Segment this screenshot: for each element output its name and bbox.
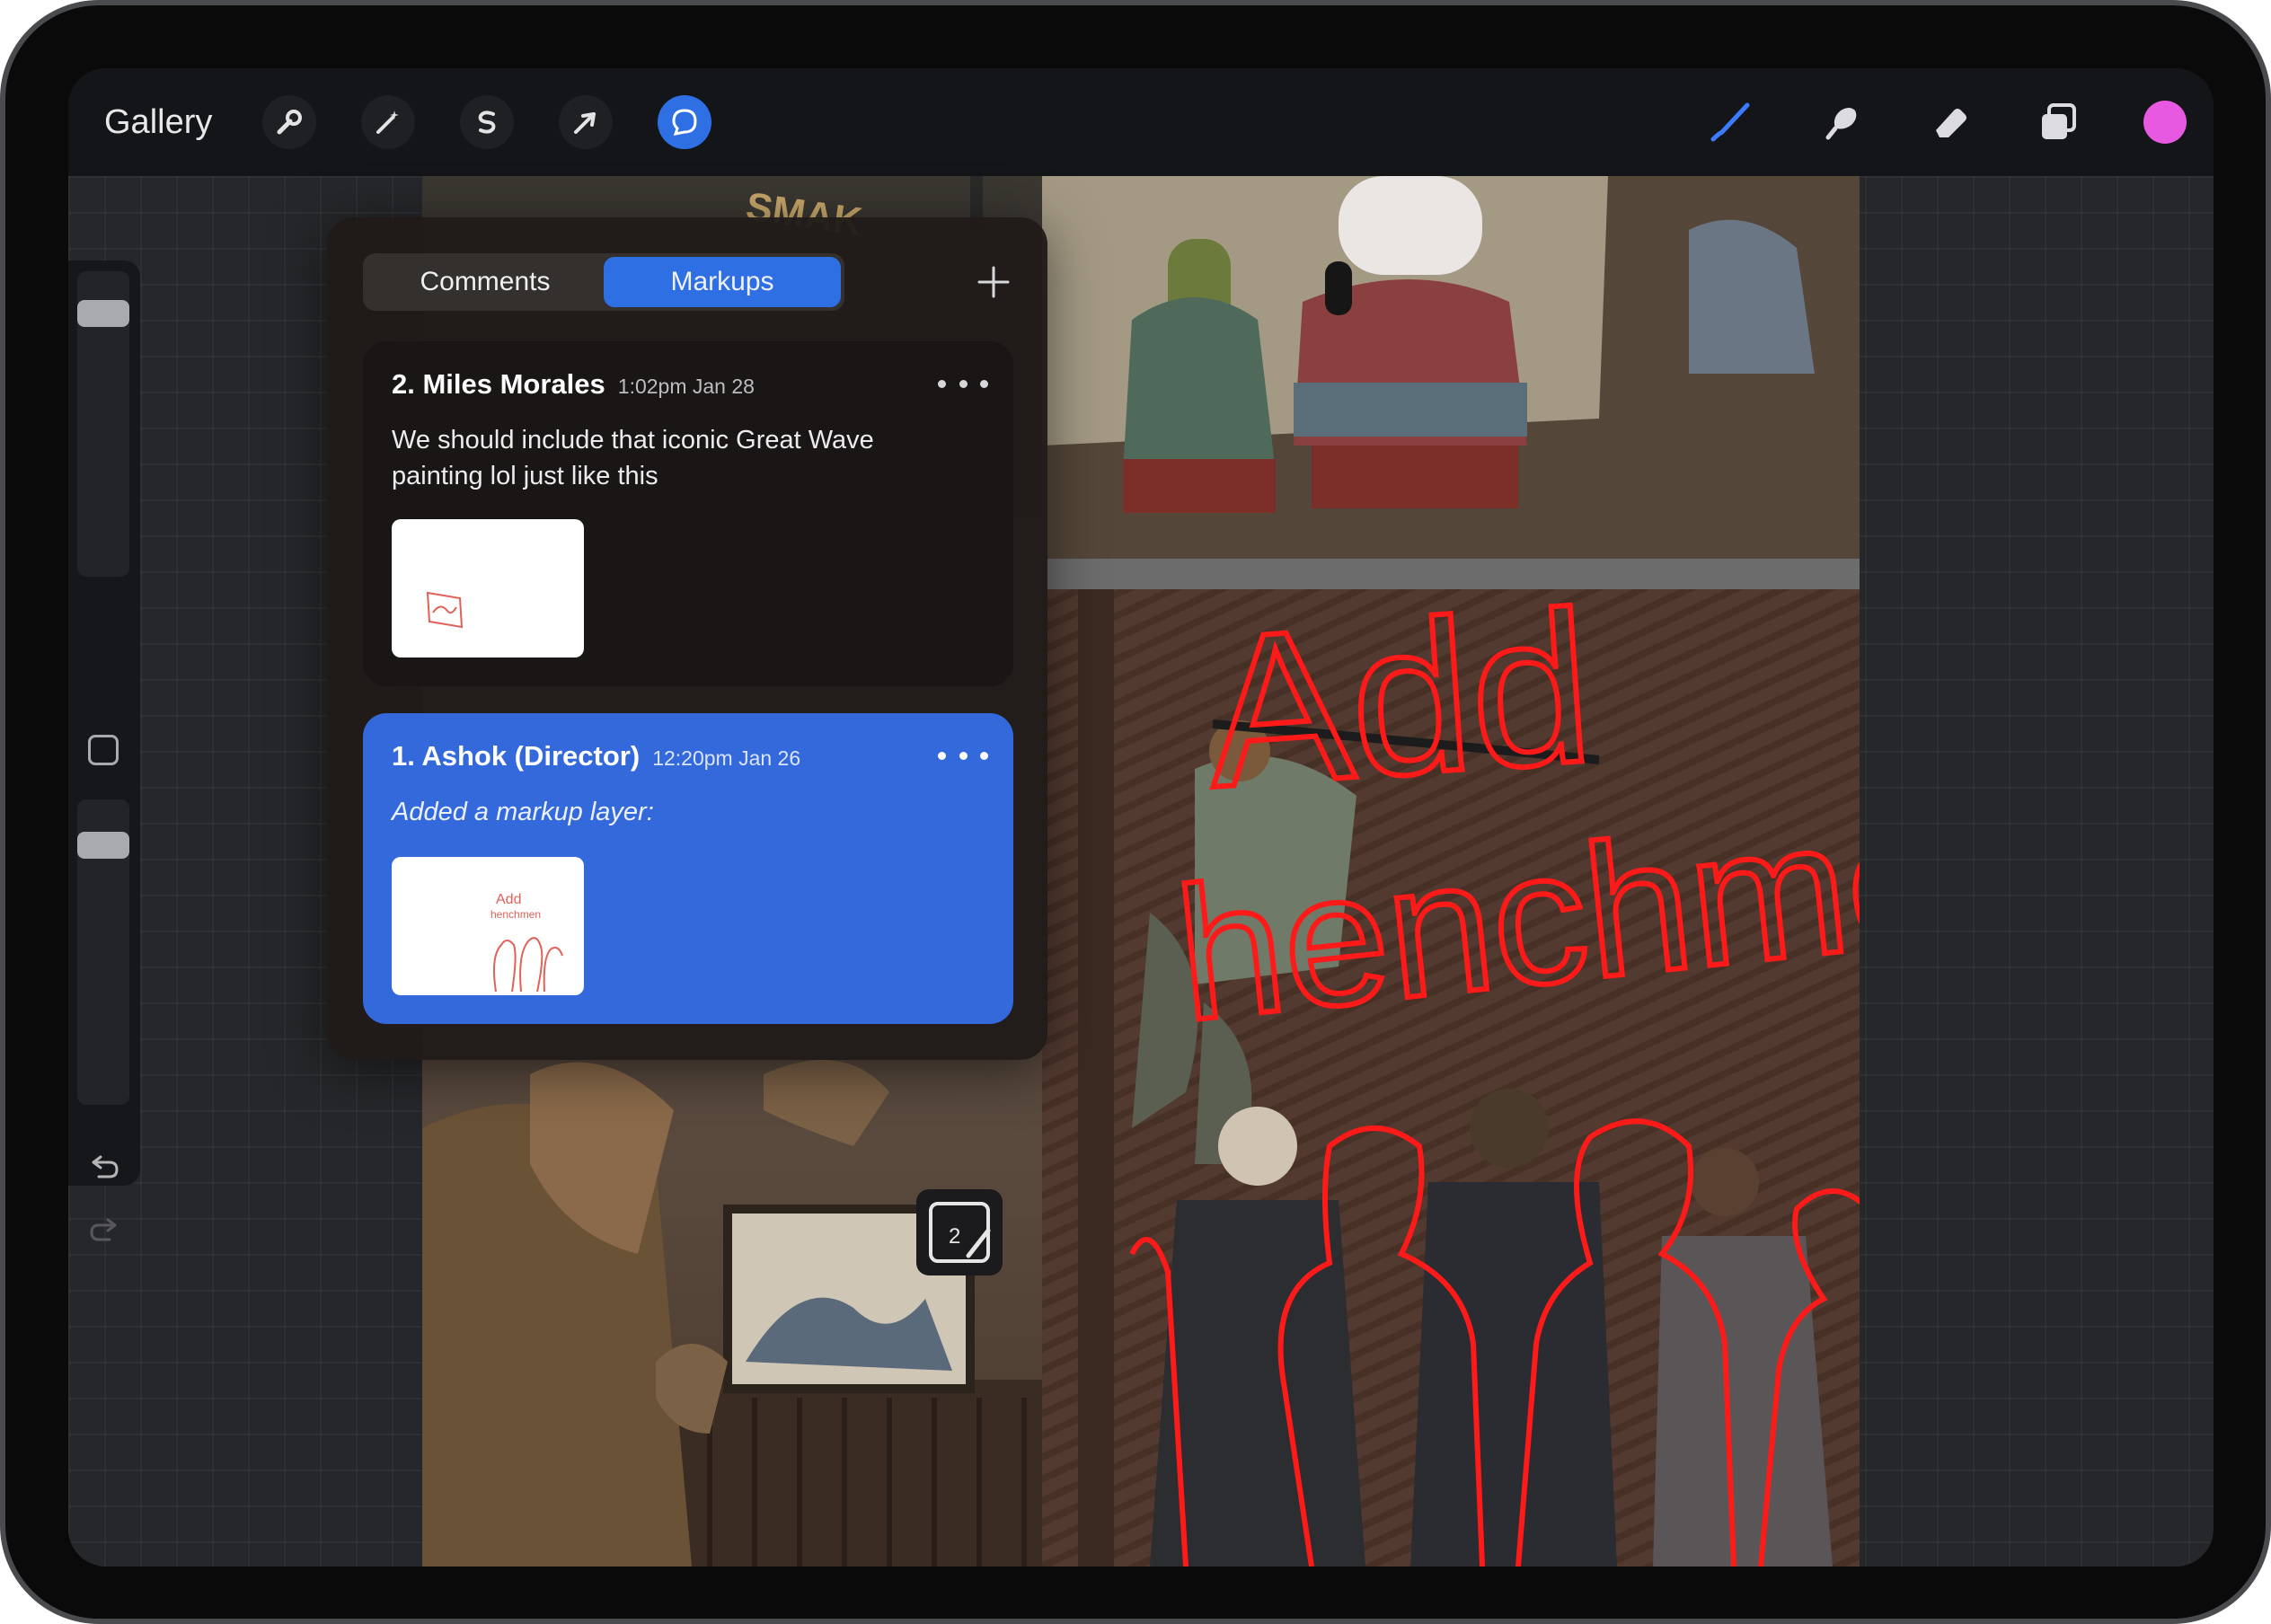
color-picker-button[interactable] — [2143, 101, 2187, 144]
markup-marker-2[interactable]: 2 — [916, 1189, 1003, 1275]
comment-time: 12:20pm Jan 26 — [652, 746, 801, 770]
actions-button[interactable] — [262, 95, 316, 149]
comment-attachment-thumbnail[interactable] — [392, 519, 584, 658]
markup-outline-henchman-3 — [1758, 1188, 1860, 1567]
markup-layer-thumbnail[interactable]: Add henchmen — [392, 857, 584, 995]
selection-s-icon — [478, 110, 496, 134]
eraser-tool-button[interactable] — [1919, 92, 1980, 153]
comment-time: 1:02pm Jan 28 — [617, 375, 755, 398]
wrench-icon — [277, 110, 302, 135]
thumbnail-text-add: Add — [496, 892, 521, 907]
comments-popover: Comments Markups 2. Miles Morales 1:02pm … — [327, 217, 1047, 1060]
app-screen: SMAK Add henchmen 2 Gallery Comments Mar… — [68, 68, 2214, 1567]
more-dot-icon — [938, 379, 946, 388]
ipad-frame: SMAK Add henchmen 2 Gallery Comments Mar… — [0, 0, 2271, 1624]
tab-markups[interactable]: Markups — [604, 257, 841, 307]
comment-author: 2. Miles Morales — [392, 368, 605, 400]
more-options-button[interactable] — [938, 368, 988, 399]
markup-outline-sword — [1129, 1237, 1189, 1567]
smudge-tool-button[interactable] — [1809, 92, 1870, 153]
modify-button[interactable] — [88, 735, 119, 765]
markup-marker-number: 2 — [949, 1224, 960, 1249]
selection-button[interactable] — [460, 95, 514, 149]
top-toolbar: Gallery — [68, 68, 2214, 176]
comments-bubble-icon — [672, 109, 697, 136]
smudge-icon — [1825, 108, 1857, 140]
markup-text-add: Add — [1199, 566, 1599, 833]
left-sidebar — [68, 260, 140, 1241]
henchmen-sketch-thumbnail: Add henchmen — [490, 892, 563, 993]
transform-arrow-icon — [574, 112, 596, 134]
markup-marker-icon: 2 — [929, 1202, 991, 1263]
add-comment-button[interactable] — [968, 257, 1019, 307]
comment-card-selected[interactable]: 1. Ashok (Director) 12:20pm Jan 26 Added … — [363, 713, 1013, 1024]
comment-header: 2. Miles Morales 1:02pm Jan 28 — [392, 368, 923, 401]
more-dot-icon — [959, 379, 968, 388]
gallery-button[interactable]: Gallery — [104, 101, 212, 144]
adjustments-button[interactable] — [361, 95, 415, 149]
tab-comments[interactable]: Comments — [367, 257, 604, 307]
opacity-thumb[interactable] — [77, 832, 129, 859]
comment-text: Added a markup layer: — [392, 798, 654, 826]
thumbnail-text-henchmen: henchmen — [490, 908, 541, 921]
comment-text: We should include that iconic Great Wave… — [392, 426, 874, 490]
layers-tool-button[interactable] — [2028, 92, 2090, 153]
undo-icon[interactable] — [86, 1150, 122, 1186]
markup-outline-henchman-2 — [1515, 1118, 1736, 1567]
brush-size-thumb[interactable] — [77, 300, 129, 327]
more-dot-icon — [980, 751, 988, 760]
eraser-icon — [1936, 109, 1966, 137]
wave-sketch-thumbnail — [426, 591, 464, 629]
more-dot-icon — [980, 379, 988, 388]
more-dot-icon — [959, 751, 968, 760]
redo-icon[interactable] — [86, 1213, 122, 1249]
plus-icon — [977, 266, 1010, 298]
more-dot-icon — [938, 751, 946, 760]
magic-wand-icon — [376, 110, 399, 134]
transform-button[interactable] — [559, 95, 613, 149]
brush-icon — [1710, 102, 1750, 142]
comments-button[interactable] — [658, 95, 711, 149]
markup-outline-henchman-1 — [1277, 1125, 1485, 1567]
comment-header: 1. Ashok (Director) 12:20pm Jan 26 — [392, 740, 923, 772]
layers-icon — [2042, 103, 2076, 139]
brush-tool-button[interactable] — [1700, 92, 1761, 153]
comment-card[interactable]: 2. Miles Morales 1:02pm Jan 28 We should … — [363, 341, 1013, 686]
comment-author: 1. Ashok (Director) — [392, 740, 641, 772]
comments-markups-segmented-control: Comments Markups — [363, 253, 844, 311]
more-options-button[interactable] — [938, 740, 988, 771]
